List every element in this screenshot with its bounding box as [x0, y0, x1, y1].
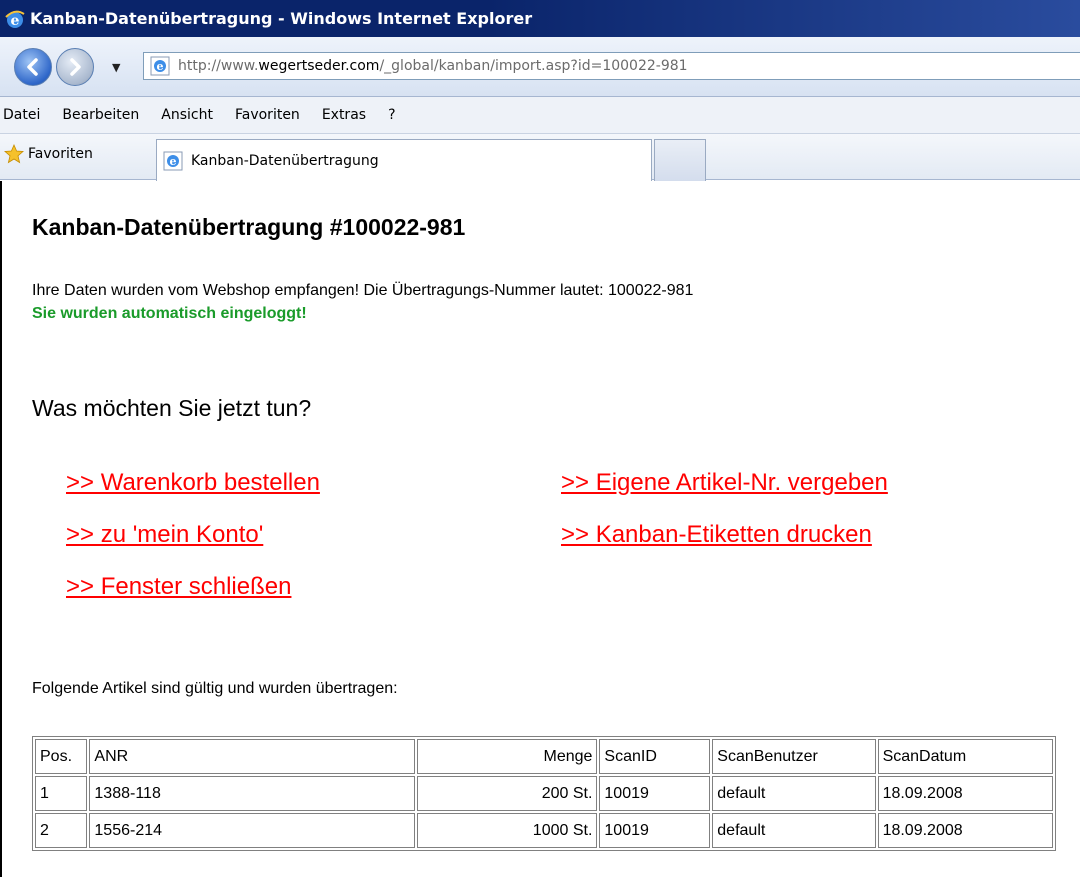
menu-bar: Datei Bearbeiten Ansicht Favoriten Extra… — [0, 97, 1080, 134]
question-heading: Was möchten Sie jetzt tun? — [32, 395, 312, 421]
articles-table: Pos. ANR Menge ScanID ScanBenutzer ScanD… — [32, 736, 1056, 851]
svg-text:e: e — [11, 13, 20, 29]
arrow-left-icon — [27, 58, 38, 76]
forward-button[interactable] — [56, 48, 94, 86]
print-labels-link[interactable]: >> Kanban-Etiketten drucken — [561, 521, 872, 549]
cell-scanbenutzer: default — [712, 813, 876, 848]
cell-pos: 1 — [35, 776, 88, 811]
history-dropdown-icon[interactable]: ▼ — [112, 61, 120, 74]
close-window-link[interactable]: >> Fenster schließen — [66, 573, 291, 601]
cell-anr: 1556-214 — [89, 813, 415, 848]
tab-title: Kanban-Datenübertragung — [191, 152, 379, 169]
cell-scanbenutzer: default — [712, 776, 876, 811]
table-caption: Folgende Artikel sind gültig und wurden … — [32, 680, 398, 697]
favorites-label: Favoriten — [28, 146, 93, 162]
login-status: Sie wurden automatisch eingeloggt! — [32, 305, 307, 322]
back-button[interactable] — [14, 48, 52, 86]
header-menge: Menge — [416, 739, 598, 774]
star-icon — [4, 144, 24, 164]
cell-menge: 1000 St. — [416, 813, 598, 848]
table-row: 2 1556-214 1000 St. 10019 default 18.09.… — [35, 813, 1053, 848]
assign-article-number-link[interactable]: >> Eigene Artikel-Nr. vergeben — [561, 469, 888, 497]
svg-text:e: e — [157, 60, 164, 73]
window-titlebar: e Kanban-Datenübertragung - Windows Inte… — [0, 0, 1080, 37]
cell-menge: 200 St. — [416, 776, 598, 811]
menu-datei[interactable]: Datei — [3, 105, 40, 125]
info-text: Ihre Daten wurden vom Webshop empfangen!… — [32, 282, 694, 299]
page-content: Kanban-Datenübertragung #100022-981 Ihre… — [0, 181, 1080, 877]
menu-help[interactable]: ? — [388, 105, 395, 125]
address-bar: ▼ e http://www.wegertseder.com/_global/k… — [0, 37, 1080, 97]
cell-scanid: 10019 — [599, 776, 711, 811]
table-row: 1 1388-118 200 St. 10019 default 18.09.2… — [35, 776, 1053, 811]
menu-bearbeiten[interactable]: Bearbeiten — [62, 105, 139, 125]
cell-anr: 1388-118 — [89, 776, 415, 811]
ie-icon: e — [5, 10, 25, 29]
url-field[interactable]: e http://www.wegertseder.com/_global/kan… — [143, 52, 1080, 80]
header-scandatum: ScanDatum — [877, 739, 1053, 774]
header-pos: Pos. — [35, 739, 88, 774]
svg-text:e: e — [170, 155, 177, 168]
ie-page-icon: e — [163, 151, 183, 170]
url-domain: wegertseder.com — [258, 58, 380, 74]
header-anr: ANR — [89, 739, 415, 774]
my-account-link[interactable]: >> zu 'mein Konto' — [66, 521, 263, 549]
header-scanbenutzer: ScanBenutzer — [712, 739, 876, 774]
cell-scandatum: 18.09.2008 — [877, 776, 1053, 811]
order-cart-link[interactable]: >> Warenkorb bestellen — [66, 469, 320, 497]
cell-pos: 2 — [35, 813, 88, 848]
header-scanid: ScanID — [599, 739, 711, 774]
new-tab-button[interactable] — [654, 139, 706, 181]
cell-scanid: 10019 — [599, 813, 711, 848]
page-title: Kanban-Datenübertragung #100022-981 — [32, 214, 466, 240]
menu-favoriten[interactable]: Favoriten — [235, 105, 300, 125]
favorites-button[interactable]: Favoriten — [4, 144, 93, 164]
menu-extras[interactable]: Extras — [322, 105, 366, 125]
ie-page-icon: e — [150, 56, 170, 76]
tab-kanban[interactable]: e Kanban-Datenübertragung — [156, 139, 652, 181]
window-title: Kanban-Datenübertragung - Windows Intern… — [30, 9, 533, 28]
arrow-right-icon — [70, 58, 81, 76]
url-text: http://www.wegertseder.com/_global/kanba… — [178, 58, 688, 74]
menu-ansicht[interactable]: Ansicht — [161, 105, 213, 125]
url-prefix: http://www. — [178, 58, 259, 74]
url-path: /_global/kanban/import.asp?id=100022-981 — [379, 58, 688, 74]
table-header-row: Pos. ANR Menge ScanID ScanBenutzer ScanD… — [35, 739, 1053, 774]
cell-scandatum: 18.09.2008 — [877, 813, 1053, 848]
favorites-bar: Favoriten e Kanban-Datenübertragung — [0, 134, 1080, 181]
